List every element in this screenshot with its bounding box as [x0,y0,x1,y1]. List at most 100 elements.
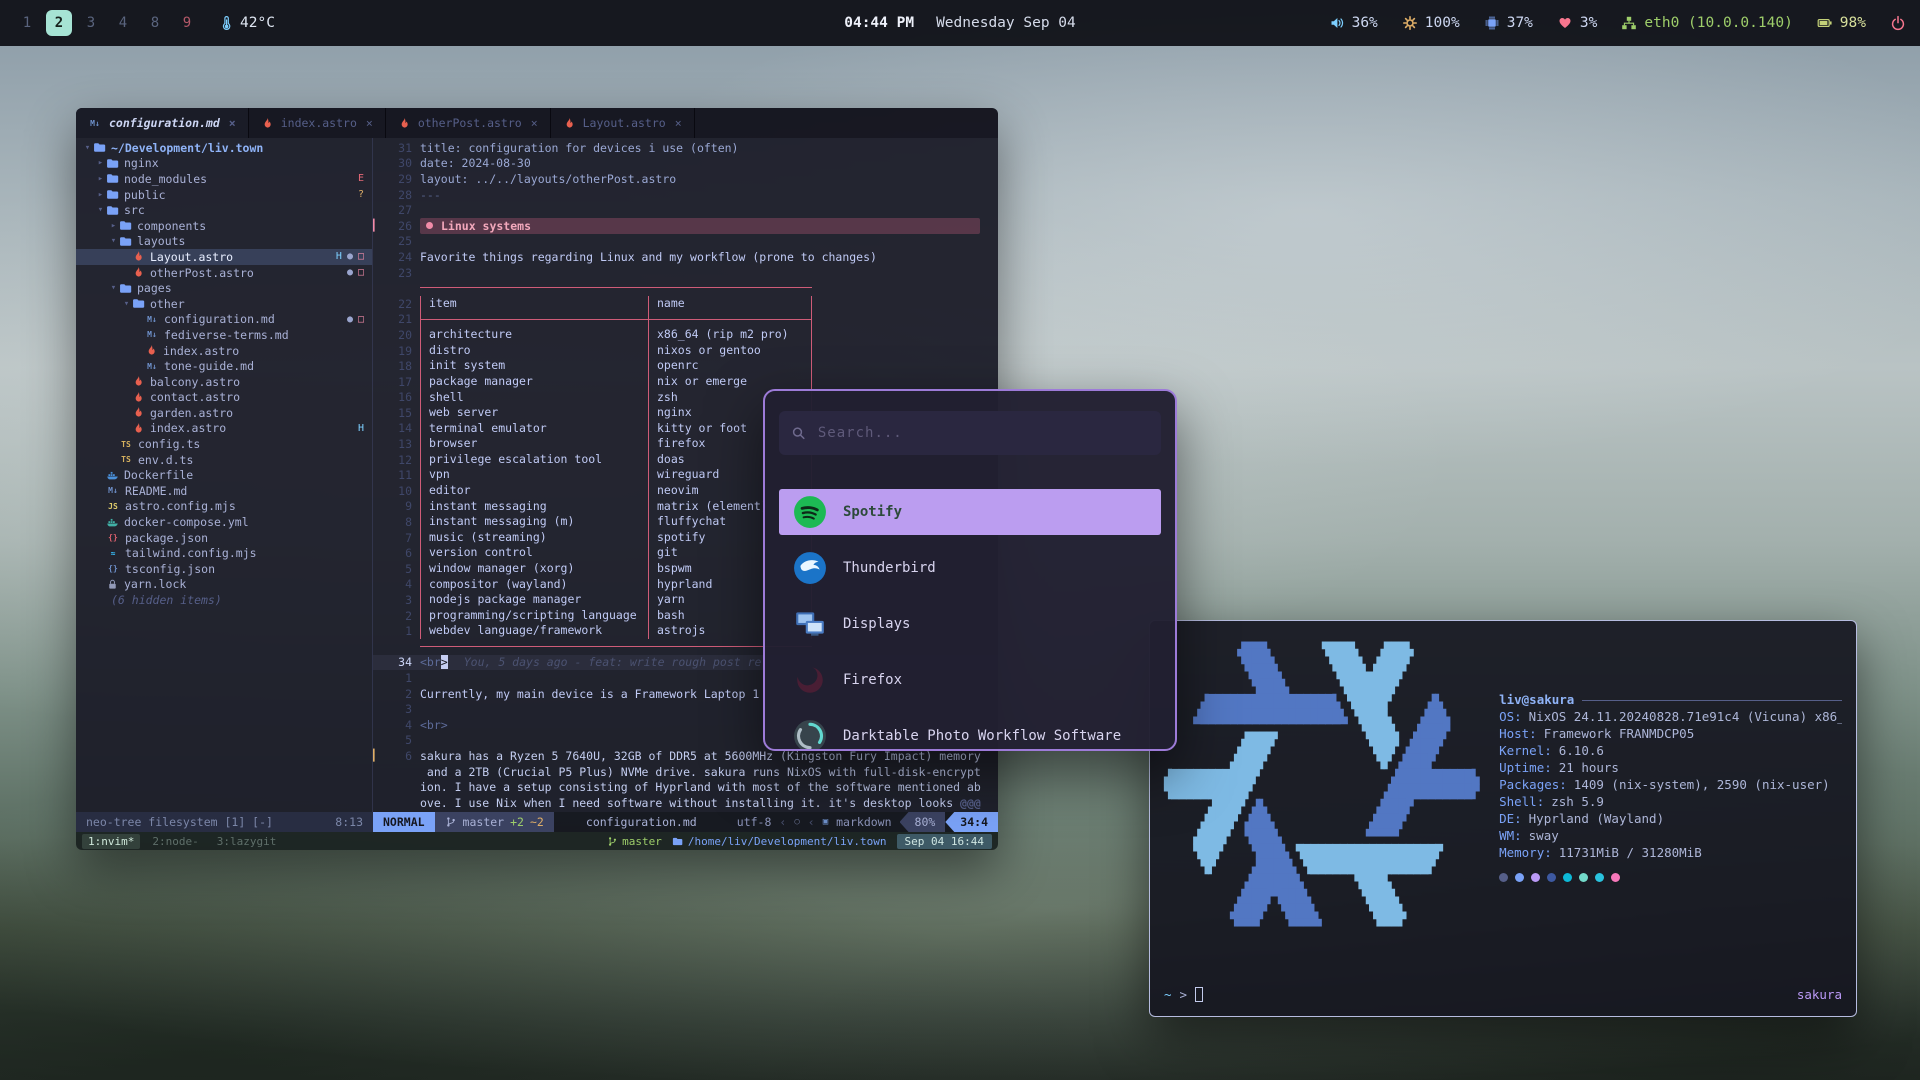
tree-row[interactable]: index.astro [76,343,372,359]
workspace-button-2[interactable]: 2 [46,10,72,36]
launcher-item-darktable[interactable]: Darktable Photo Workflow Software [779,713,1161,751]
tree-row[interactable]: ▾other [76,296,372,312]
tab-otherPost.astro[interactable]: otherPost.astro× [386,108,551,138]
close-icon[interactable]: × [229,116,236,130]
buffer-line: ion. I have a setup consisting of Hyprla… [373,779,998,795]
tree-row[interactable]: ▸nginx [76,156,372,172]
tree-item-name: index.astro [163,344,239,358]
tree-row[interactable]: Dockerfile [76,467,372,483]
tree-row[interactable]: JSastro.config.mjs [76,499,372,515]
close-icon[interactable]: × [531,116,538,130]
table-row: distronixos or gentoo [420,343,812,359]
close-icon[interactable]: × [675,116,682,130]
tree-row[interactable]: M↓README.md [76,483,372,499]
tree-row[interactable]: garden.astro [76,405,372,421]
fastfetch-terminal[interactable]: ▗▄▄▄ ▗▄▄▄▄ ▄▄▄▖ ▜███▙ ▜███▙ ▟███▛ ▜███▙ … [1149,620,1857,1017]
launcher-item-spotify[interactable]: Spotify [779,489,1161,535]
tmux-path-segment: /home/liv/Development/liv.town [672,835,887,848]
fetch-info-line: WM:sway [1499,827,1842,844]
module-volume[interactable]: 36% [1329,15,1378,31]
tree-row[interactable]: ▸components [76,218,372,234]
tab-configuration.md[interactable]: M↓configuration.md× [76,108,249,138]
tab-index.astro[interactable]: index.astro× [249,108,386,138]
line-number: 6 [382,749,412,763]
tree-row[interactable]: ▾pages [76,280,372,296]
launcher-item-thunderbird[interactable]: Thunderbird [779,545,1161,591]
search-input[interactable] [816,424,1149,442]
tree-row[interactable]: TSenv.d.ts [76,452,372,468]
file-encoding: utf-8 [737,815,772,829]
palette-dot [1547,873,1556,882]
tree-item-name: public [124,188,166,202]
module-battery[interactable]: 98% [1817,15,1866,31]
tab-Layout.astro[interactable]: Layout.astro× [551,108,695,138]
module-network[interactable]: eth0 (10.0.0.140) [1621,15,1792,31]
color-palette [1499,873,1842,882]
module-brightness-value: 100% [1425,15,1460,31]
tree-row[interactable]: {}package.json [76,530,372,546]
git-blame-text: You, 5 days ago - feat: write rough post… [464,655,762,669]
tree-row[interactable]: M↓tone-guide.md [76,358,372,374]
table-row: window manager (xorg)bspwm [420,561,812,577]
line-number: 6 [382,546,412,560]
tree-row[interactable]: balcony.astro [76,374,372,390]
tree-row[interactable]: ▾layouts [76,234,372,250]
chevron-down-icon: ▾ [95,205,106,215]
chevron-down-icon: ▾ [108,283,119,293]
tree-row[interactable]: yarn.lock [76,577,372,593]
tree-row[interactable]: contact.astro [76,390,372,406]
tree-item-name: other [150,297,185,311]
os-icon: ○ [794,817,799,827]
workspace-button-1[interactable]: 1 [14,10,40,36]
module-power[interactable] [1890,15,1906,31]
module-cpu[interactable]: 3% [1557,15,1597,31]
tree-item-name: tsconfig.json [125,562,215,576]
table-row: editorneovim [420,483,812,499]
tree-row[interactable]: index.astroH [76,421,372,437]
tree-row[interactable]: ▸node_modulesE [76,171,372,187]
nixos-logo: ▗▄▄▄ ▗▄▄▄▄ ▄▄▄▖ ▜███▙ ▜███▙ ▟███▛ ▜███▙ … [1164,635,1479,987]
tree-row[interactable]: ▾src [76,202,372,218]
compose-icon [106,516,119,529]
search-bar[interactable] [779,411,1161,455]
tree-row[interactable]: docker-compose.yml [76,514,372,530]
module-memory[interactable]: 37% [1484,15,1533,31]
shell-prompt[interactable]: ~ > sakura [1164,987,1842,1002]
tree-row[interactable]: Layout.astroH●□ [76,249,372,265]
tree-row[interactable]: otherPost.astro●□ [76,265,372,281]
launcher-item-firefox[interactable]: Firefox [779,657,1161,703]
astro-icon [398,117,411,130]
module-network-value: eth0 (10.0.0.140) [1644,15,1792,31]
tree-row[interactable]: ≈tailwind.config.mjs [76,545,372,561]
tmux-branch: master [622,835,662,848]
buffer-line: 29layout: ../../layouts/otherPost.astro [373,171,998,187]
workspace-button-9[interactable]: 9 [174,10,200,36]
close-icon[interactable]: × [366,116,373,130]
user-at-host: liv@sakura [1499,691,1574,708]
tree-row[interactable]: (6 hidden items) [76,592,372,608]
tmux-window-1:nvim*[interactable]: 1:nvim* [82,834,140,849]
tree-row[interactable]: TSconfig.ts [76,436,372,452]
workspace-button-8[interactable]: 8 [142,10,168,36]
tree-row[interactable]: {}tsconfig.json [76,561,372,577]
line-number: 20 [382,328,412,342]
git-segment: master +2 ~2 [435,812,554,832]
launcher-item-displays[interactable]: Displays [779,601,1161,647]
displays-icon [793,607,827,641]
tree-row[interactable]: ▸public? [76,187,372,203]
tree-item-name: README.md [125,484,187,498]
module-brightness[interactable]: 100% [1402,15,1460,31]
tree-row[interactable]: M↓fediverse-terms.md [76,327,372,343]
tmux-window-3:lazygit[interactable]: 3:lazygit [211,834,283,849]
workspace-button-3[interactable]: 3 [78,10,104,36]
thunderbird-icon [793,551,827,585]
palette-dot [1531,873,1540,882]
buffer-line: and a 2TB (Crucial P5 Plus) NVMe drive. … [373,764,998,780]
power-icon [1890,15,1906,31]
workspace-button-4[interactable]: 4 [110,10,136,36]
clock-date: Wednesday Sep 04 [936,15,1076,31]
neotree-sidebar[interactable]: ▾~/Development/liv.town▸nginx▸node_modul… [76,138,373,812]
tmux-window-2:node-[interactable]: 2:node- [146,834,204,849]
tree-row[interactable]: ▾~/Development/liv.town [76,140,372,156]
tree-row[interactable]: M↓configuration.md●□ [76,312,372,328]
